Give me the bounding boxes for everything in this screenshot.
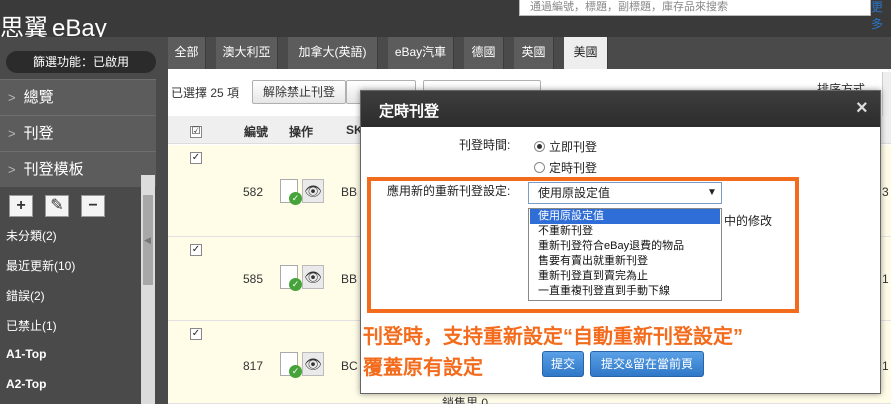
radio-list-scheduled[interactable]: 定時刊登 — [534, 159, 597, 176]
row-checkbox[interactable]: ✓ — [190, 149, 202, 164]
sidebar-scrollbar[interactable]: ◀ — [141, 175, 155, 404]
selected-count: 已選擇 25 項 — [171, 86, 240, 100]
category-banned[interactable]: 已禁止(1) — [6, 317, 57, 334]
check-icon: ✓ — [289, 365, 302, 378]
row-sku: BB — [341, 272, 358, 286]
site-tabs: 全部 澳大利亞 加拿大(英語) eBay汽車 德國 英國 美國 — [168, 37, 891, 69]
chevron-right-icon: > — [8, 126, 16, 141]
relist-option[interactable]: 使用原設定值 — [530, 209, 720, 224]
sidebar-item-templates[interactable]: > 刊登模板 — [0, 151, 156, 187]
category-a1-top[interactable]: A1-Top — [6, 347, 46, 361]
add-category-button[interactable]: + — [9, 195, 33, 217]
category-recent[interactable]: 最近更新(10) — [6, 257, 75, 274]
annotation-line: 刊登時，支持重新設定“自動重新刊登設定” — [363, 326, 743, 348]
sidebar-item-label: 總覽 — [23, 89, 54, 106]
row-number: 585 — [243, 272, 264, 286]
row-end-value: 3 — [882, 185, 889, 199]
search-input[interactable]: 通過編號，標題，副標題，庫存品來搜索 — [519, 0, 871, 16]
submit-stay-button[interactable]: 提交&留在當前頁 — [590, 351, 704, 377]
relist-selected-value: 使用原設定值 — [538, 186, 611, 200]
category-errors[interactable]: 錯誤(2) — [6, 287, 45, 304]
row-end-value: 1 — [882, 359, 889, 373]
preview-eye-icon[interactable]: 👁 — [302, 179, 324, 203]
row-number: 582 — [243, 185, 264, 199]
relist-setting-label: 應用新的重新刊登設定: — [387, 184, 511, 198]
tab-usa[interactable]: 美國 — [564, 37, 608, 69]
row-sku: BC — [341, 359, 358, 373]
relist-setting-select[interactable]: 使用原設定值 ▼ — [528, 182, 722, 204]
filter-status-badge[interactable]: 篩選功能：已啟用 — [6, 51, 156, 73]
sidebar-item-listings[interactable]: > 刊登 — [0, 115, 156, 151]
remove-category-button[interactable]: − — [81, 195, 105, 217]
edit-category-button[interactable]: ✎ — [45, 195, 69, 217]
relist-option[interactable]: 一直重複刊登直到手動下線 — [530, 284, 720, 299]
row-checkbox[interactable]: ✓ — [190, 325, 202, 340]
tab-all[interactable]: 全部 — [168, 37, 206, 69]
select-all-checkbox[interactable]: ☑ — [190, 123, 202, 138]
tab-uk[interactable]: 英國 — [514, 37, 554, 69]
dialog-title: 定時刊登 — [379, 103, 440, 120]
scroll-arrow-icon: ◀ — [144, 235, 151, 245]
listing-doc-icon[interactable]: ✓ — [280, 179, 302, 205]
unban-listing-button[interactable]: 解除禁止刊登 — [252, 80, 347, 104]
row-checkbox[interactable]: ✓ — [190, 241, 202, 256]
top-header: 思翼 eBay 通過編號，標題，副標題，庫存品來搜索 更多 — [0, 0, 891, 42]
chevron-right-icon: > — [8, 90, 16, 105]
radio-unselected-icon — [534, 162, 545, 173]
category-a2-top[interactable]: A2-Top — [6, 377, 46, 391]
preview-eye-icon[interactable]: 👁 — [302, 265, 324, 289]
tab-germany[interactable]: 德國 — [464, 37, 504, 69]
sidebar-item-label: 刊登模板 — [23, 161, 84, 178]
category-tools: + ✎ − — [0, 189, 140, 221]
dropdown-arrow-icon: ▼ — [707, 187, 717, 198]
close-icon[interactable]: × — [856, 97, 868, 120]
preview-eye-icon[interactable]: 👁 — [302, 352, 324, 376]
check-icon: ✓ — [289, 192, 302, 205]
tab-ebay-motors[interactable]: eBay汽車 — [388, 37, 454, 69]
scheduled-listing-dialog: 定時刊登 × 刊登時間: 立即刊登 定時刊登 應用新的重新刊登設定: 使用原設定… — [360, 90, 881, 394]
radio-selected-icon — [534, 141, 545, 152]
relist-option[interactable]: 重新刊登符合eBay退費的物品 — [530, 239, 720, 254]
check-icon: ✓ — [289, 278, 302, 291]
sidebar: 篩選功能：已啟用 > 總覽 > 刊登 > 刊登模板 + ✎ − 未分類(2) 最近更新… — [0, 37, 168, 404]
dialog-header: 定時刊登 × — [361, 91, 880, 127]
column-number[interactable]: 編號 — [244, 123, 268, 140]
relist-options-list[interactable]: 使用原設定值 不重新刊登 重新刊登符合eBay退費的物品 售要有賣出就重新刊登 … — [528, 208, 722, 301]
timing-label: 刊登時間: — [459, 138, 511, 152]
sidebar-item-overview[interactable]: > 總覽 — [0, 79, 156, 115]
relist-option[interactable]: 不重新刊登 — [530, 224, 720, 239]
sidebar-item-label: 刊登 — [23, 125, 54, 142]
category-uncategorized[interactable]: 未分類(2) — [6, 227, 57, 244]
submit-button[interactable]: 提交 — [542, 351, 584, 377]
tab-australia[interactable]: 澳大利亞 — [216, 37, 278, 69]
option-text: 中的修改 — [724, 214, 773, 228]
row-end-value: 1 — [882, 272, 889, 286]
search-more-link[interactable]: 更多 — [871, 0, 891, 32]
listing-doc-icon[interactable]: ✓ — [280, 265, 302, 291]
tab-canada-english[interactable]: 加拿大(英語) — [288, 37, 378, 69]
row-number: 817 — [243, 359, 264, 373]
relist-option[interactable]: 重新刊登直到賣完為止 — [530, 269, 720, 284]
row-sales-text: 銷售里 0 — [442, 396, 489, 404]
relist-option[interactable]: 售要有賣出就重新刊登 — [530, 254, 720, 269]
row-sku: BB — [341, 185, 358, 199]
chevron-right-icon: > — [8, 162, 16, 177]
column-action: 操作 — [289, 125, 314, 139]
listing-doc-icon[interactable]: ✓ — [280, 352, 302, 378]
radio-list-now[interactable]: 立即刊登 — [534, 138, 597, 155]
